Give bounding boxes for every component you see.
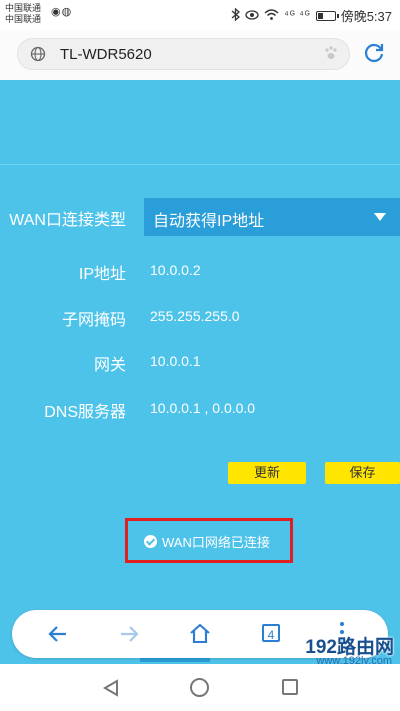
home-icon[interactable] — [188, 622, 212, 646]
clock: 傍晚5:37 — [340, 9, 392, 24]
browser-url-bar: TL-WDR5620 — [0, 30, 400, 80]
url-text: TL-WDR5620 — [60, 46, 152, 63]
address-field[interactable]: TL-WDR5620 — [17, 38, 350, 70]
nav-home-icon[interactable] — [190, 678, 209, 697]
carrier-2: 中国联通 — [5, 14, 42, 24]
paw-icon[interactable] — [323, 45, 339, 65]
wifi-icon — [264, 8, 279, 23]
globe-icon — [30, 46, 46, 67]
ip-label: IP地址 — [78, 266, 126, 283]
gateway-label: 网关 — [93, 357, 126, 374]
tabs-button[interactable]: 4 — [262, 624, 280, 642]
refresh-button[interactable]: 更新 — [228, 462, 306, 484]
connection-status-highlight: WAN口网络已连接 — [125, 518, 293, 563]
signal-icon: ⁴ᴳ ⁴ᴳ — [284, 10, 311, 21]
status-bar: 中国联通 中国联通 ◉◍ ⁴ᴳ ⁴ᴳ 傍晚5:37 — [0, 0, 400, 30]
eye-icon — [245, 8, 260, 23]
system-nav-bar — [0, 664, 400, 711]
carrier-1: 中国联通 — [5, 3, 42, 13]
nav-recent-apps-icon[interactable] — [282, 679, 298, 695]
mask-label: 子网掩码 — [61, 312, 126, 329]
reload-icon[interactable] — [362, 41, 386, 70]
status-right: ⁴ᴳ ⁴ᴳ 傍晚5:37 — [231, 6, 392, 25]
dropdown-arrow-icon — [374, 213, 386, 221]
battery-icon — [315, 10, 339, 21]
bluetooth-icon — [231, 7, 241, 24]
connection-status: WAN口网络已连接 — [144, 532, 270, 551]
forward-arrow-icon[interactable] — [117, 622, 141, 646]
gateway-value: 10.0.0.1 — [150, 353, 201, 369]
dns-value: 10.0.0.1 , 0.0.0.0 — [150, 400, 256, 416]
wan-type-label: WAN口连接类型 — [9, 212, 126, 229]
dns-label: DNS服务器 — [44, 404, 126, 421]
back-arrow-icon[interactable] — [46, 622, 70, 646]
connection-status-text: WAN口网络已连接 — [162, 535, 270, 550]
mask-value: 255.255.255.0 — [150, 308, 240, 324]
page-banner — [0, 80, 400, 165]
nav-back-icon[interactable] — [102, 679, 120, 702]
wan-type-value: 自动获得IP地址 — [153, 213, 265, 230]
carrier-info: 中国联通 中国联通 ◉◍ — [5, 3, 71, 25]
notification-icons: ◉◍ — [51, 6, 73, 18]
check-circle-icon — [144, 535, 157, 548]
save-button[interactable]: 保存 — [325, 462, 400, 484]
ip-value: 10.0.0.2 — [150, 262, 201, 278]
wan-type-select[interactable]: 自动获得IP地址 — [144, 198, 400, 236]
